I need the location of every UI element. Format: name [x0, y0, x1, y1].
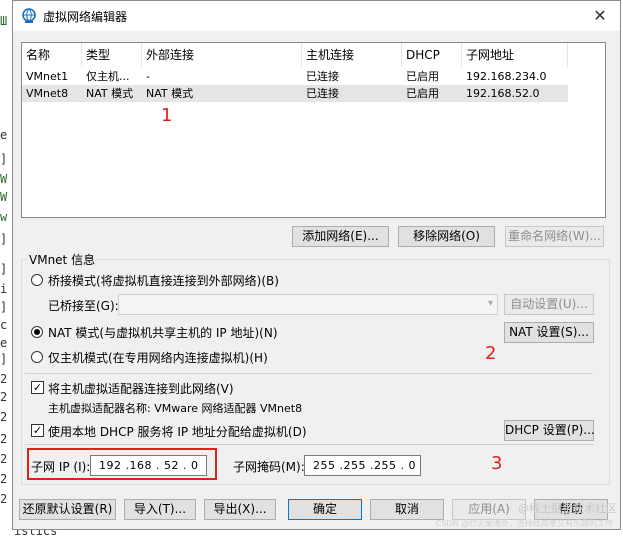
cell-type: 仅主机... — [86, 70, 130, 83]
bg-char: i — [0, 282, 8, 296]
restore-defaults-button[interactable]: 还原默认设置(R) — [19, 499, 116, 520]
bg-char: w — [0, 210, 8, 224]
bg-char: e — [0, 128, 8, 142]
cell-type: NAT 模式 — [86, 87, 134, 100]
bg-char: 2 — [0, 452, 8, 466]
apply-button[interactable]: 应用(A) — [452, 499, 526, 520]
vmnet-info-legend: VMnet 信息 — [27, 251, 98, 268]
cell-dhcp: 已启用 — [406, 87, 439, 100]
close-button[interactable]: ✕ — [580, 1, 620, 31]
close-icon: ✕ — [593, 6, 607, 25]
host-only-label: 仅主机模式(在专用网络内连接虚拟机)(H) — [48, 351, 268, 365]
subnet-ip-label: 子网 IP (I): — [31, 460, 91, 474]
bg-char: W — [0, 190, 8, 204]
table-row[interactable]: VMnet1 仅主机... - 已连接 已启用 192.168.234.0 — [22, 68, 568, 85]
background-window: Ш e ] W W w ] ] i ] c e ] 2 2 2 2 2 2 2 — [0, 0, 12, 536]
column-header-name[interactable]: 名称 — [22, 43, 82, 67]
bg-char: 2 — [0, 372, 8, 386]
divider — [25, 373, 593, 374]
cell-external: - — [146, 70, 150, 83]
table-row[interactable]: VMnet8 NAT 模式 NAT 模式 已连接 已启用 192.168.52.… — [22, 85, 568, 102]
bg-char: c — [0, 318, 8, 332]
ok-button[interactable]: 确定 — [288, 499, 362, 520]
bg-char: 2 — [0, 472, 8, 486]
subnet-mask-label: 子网掩码(M): — [233, 460, 305, 474]
list-header: 名称 类型 外部连接 主机连接 DHCP 子网地址 — [22, 43, 605, 67]
dhcp-checkbox[interactable]: ✓ — [31, 424, 44, 437]
bridged-to-label: 已桥接至(G): — [48, 299, 119, 313]
cancel-button[interactable]: 取消 — [370, 499, 444, 520]
cell-dhcp: 已启用 — [406, 70, 439, 83]
nat-mode-radio[interactable] — [31, 326, 43, 338]
bridge-mode-label: 桥接模式(将虚拟机直接连接到外部网络)(B) — [48, 274, 279, 288]
annotation-1: 1 — [161, 105, 173, 126]
host-only-radio[interactable] — [31, 351, 43, 363]
connect-adapter-checkbox[interactable]: ✓ — [31, 381, 44, 394]
bg-char: 2 — [0, 432, 8, 446]
annotation-2: 2 — [485, 343, 497, 364]
bg-char: ] — [0, 352, 8, 366]
adapter-name-label: 主机虚拟适配器名称: VMware 网络适配器 VMnet8 — [48, 402, 303, 415]
nat-settings-button[interactable]: NAT 设置(S)... — [504, 322, 594, 343]
bg-char: ] — [0, 152, 8, 166]
dhcp-settings-button[interactable]: DHCP 设置(P)... — [504, 420, 595, 441]
window-title: 虚拟网络编辑器 — [43, 10, 128, 24]
column-header-dhcp[interactable]: DHCP — [402, 43, 462, 67]
watermark: @稀土掘金技术社区 — [518, 502, 617, 515]
bg-char: W — [0, 172, 8, 186]
divider — [25, 444, 593, 445]
subnet-ip-input[interactable]: 192 .168 . 52 . 0 — [90, 455, 207, 476]
cell-subnet: 192.168.52.0 — [466, 87, 540, 100]
title-bar: 虚拟网络编辑器 ✕ — [13, 1, 620, 31]
bg-char: 2 — [0, 492, 8, 506]
add-network-button[interactable]: 添加网络(E)... — [292, 226, 389, 247]
virtual-network-editor-dialog: 虚拟网络编辑器 ✕ 名称 类型 外部连接 主机连接 DHCP 子网地址 VMne… — [12, 0, 621, 530]
bg-char: 2 — [0, 390, 8, 404]
bg-char: ] — [0, 232, 8, 246]
bg-char: ] — [0, 300, 8, 314]
bg-char: Ш — [0, 14, 8, 28]
import-button[interactable]: 导入(T)... — [124, 499, 196, 520]
cell-host: 已连接 — [306, 70, 339, 83]
bridge-mode-radio[interactable] — [31, 274, 43, 286]
auto-settings-button[interactable]: 自动设置(U)... — [504, 294, 594, 315]
annotation-3: 3 — [491, 453, 503, 474]
bg-char: e — [0, 336, 8, 350]
nat-mode-label: NAT 模式(与虚拟机共享主机的 IP 地址)(N) — [48, 326, 278, 340]
bg-char: ] — [0, 262, 8, 276]
connect-adapter-label: 将主机虚拟适配器连接到此网络(V) — [48, 382, 234, 396]
cell-subnet: 192.168.234.0 — [466, 70, 547, 83]
column-header-external[interactable]: 外部连接 — [142, 43, 302, 67]
cell-name: VMnet8 — [26, 87, 69, 100]
column-header-type[interactable]: 类型 — [82, 43, 142, 67]
network-list[interactable]: 名称 类型 外部连接 主机连接 DHCP 子网地址 VMnet1 仅主机... … — [21, 42, 606, 218]
column-header-subnet[interactable]: 子网地址 — [462, 43, 568, 67]
watermark-small: CSDN @灯火阑珊处，选择既简单又有乐趣的工作 — [435, 519, 613, 528]
network-globe-icon — [22, 8, 36, 23]
cell-name: VMnet1 — [26, 70, 69, 83]
cell-external: NAT 模式 — [146, 87, 194, 100]
remove-network-button[interactable]: 移除网络(O) — [398, 226, 495, 247]
column-header-host[interactable]: 主机连接 — [302, 43, 402, 67]
cell-host: 已连接 — [306, 87, 339, 100]
export-button[interactable]: 导出(X)... — [204, 499, 276, 520]
rename-network-button[interactable]: 重命名网络(W)... — [505, 226, 604, 247]
bridged-to-select[interactable]: ▾ — [118, 294, 498, 315]
subnet-mask-input[interactable]: 255 .255 .255 . 0 — [304, 455, 421, 476]
bg-char: 2 — [0, 410, 8, 424]
dhcp-label: 使用本地 DHCP 服务将 IP 地址分配给虚拟机(D) — [48, 425, 307, 439]
chevron-down-icon: ▾ — [487, 298, 493, 309]
